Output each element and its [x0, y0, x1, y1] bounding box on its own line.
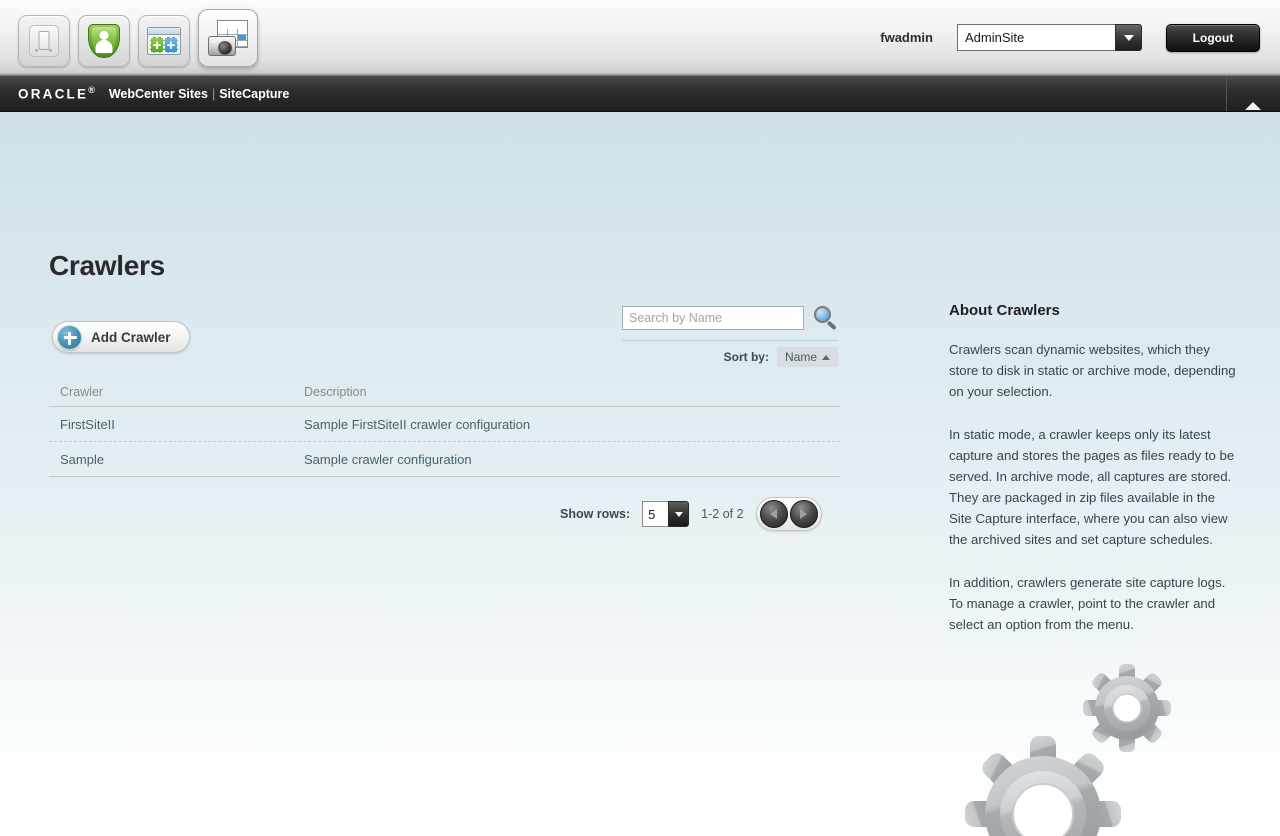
app-launcher-icons: + +	[18, 9, 258, 67]
page-title: Crawlers	[49, 250, 165, 281]
about-panel: About Crawlers Crawlers scan dynamic web…	[949, 302, 1239, 657]
plus-circle-icon	[57, 324, 82, 350]
rows-per-page-value: 5	[642, 501, 669, 527]
table-row[interactable]: FirstSiteII Sample FirstSiteII crawler c…	[49, 407, 840, 442]
sort-area: Sort by: Name	[622, 347, 838, 367]
large-gear	[965, 736, 1121, 836]
site-selector[interactable]: AdminSite	[957, 24, 1142, 51]
gears-svg	[965, 664, 1171, 836]
search-icon[interactable]	[813, 305, 839, 331]
site-selector-value: AdminSite	[957, 24, 1115, 51]
about-paragraph-1: Crawlers scan dynamic websites, which th…	[949, 342, 1236, 399]
panels-add-icon: + +	[147, 27, 181, 55]
eject-icon	[1244, 84, 1263, 110]
about-paragraph-2: In static mode, a crawler keeps only its…	[949, 427, 1235, 547]
panels-add-icon-button[interactable]: + +	[138, 15, 190, 67]
column-header-crawler: Crawler	[60, 385, 104, 399]
result-range-label: 1-2 of 2	[701, 507, 744, 521]
user-shield-icon-button[interactable]	[78, 15, 130, 67]
cell-crawler-description: Sample FirstSiteII crawler configuration	[304, 416, 531, 432]
table-header-row: Crawler Description	[49, 385, 840, 407]
add-crawler-label: Add Crawler	[91, 329, 171, 345]
cell-crawler-name: Sample	[60, 451, 105, 467]
next-page-button[interactable]	[789, 500, 818, 528]
gears-illustration	[955, 664, 1185, 836]
cell-crawler-name: FirstSiteII	[60, 416, 115, 432]
sort-by-value: Name	[784, 350, 817, 364]
about-paragraph-3: In addition, crawlers generate site capt…	[949, 575, 1226, 632]
rows-per-page-select[interactable]: 5	[642, 501, 690, 527]
crawlers-table: Crawler Description FirstSiteII Sample F…	[49, 385, 840, 477]
chevron-down-icon[interactable]	[668, 501, 690, 527]
logout-button[interactable]: Logout	[1166, 23, 1260, 52]
show-rows-label: Show rows:	[560, 507, 631, 521]
about-heading: About Crawlers	[949, 302, 1060, 319]
table-row[interactable]: Sample Sample crawler configuration	[49, 442, 840, 477]
caret-up-icon	[822, 354, 830, 360]
sort-by-label: Sort by:	[723, 350, 769, 364]
search-area	[622, 305, 839, 331]
product-name: WebCenter Sites	[108, 86, 208, 101]
admin-device-icon-button[interactable]	[18, 15, 70, 67]
small-gear	[1083, 664, 1171, 752]
column-header-description: Description	[304, 385, 367, 399]
chevron-down-icon[interactable]	[1115, 24, 1142, 51]
sort-by-button[interactable]: Name	[776, 347, 838, 367]
page-body: Crawlers Add Crawler Sort by: Name Crawl…	[0, 112, 1280, 836]
username-label: fwadmin	[880, 30, 933, 45]
admin-device-icon	[29, 25, 59, 57]
chevron-right-icon	[800, 509, 808, 519]
search-input[interactable]	[622, 306, 804, 330]
application-toolbar: + + fwadmin AdminSite Logout	[0, 0, 1280, 75]
oracle-logo: ORACLE®	[18, 85, 95, 102]
sort-divider	[622, 340, 838, 341]
eject-button[interactable]	[1226, 76, 1280, 111]
cell-crawler-description: Sample crawler configuration	[304, 451, 472, 467]
add-crawler-button[interactable]: Add Crawler	[52, 321, 190, 353]
user-controls: fwadmin AdminSite Logout	[880, 0, 1280, 75]
previous-page-button[interactable]	[759, 500, 788, 528]
user-shield-icon	[88, 24, 120, 58]
site-capture-icon	[208, 20, 248, 56]
breadcrumb-separator: |	[211, 86, 216, 101]
product-breadcrumb: WebCenter Sites | SiteCapture	[109, 87, 290, 101]
pagination-controls: Show rows: 5 1-2 of 2	[560, 497, 822, 531]
chevron-left-icon	[770, 509, 778, 519]
module-name: SiteCapture	[219, 86, 290, 101]
brand-bar: ORACLE® WebCenter Sites | SiteCapture	[0, 75, 1280, 112]
page-nav-group	[755, 497, 822, 531]
site-capture-icon-button[interactable]	[198, 9, 258, 67]
